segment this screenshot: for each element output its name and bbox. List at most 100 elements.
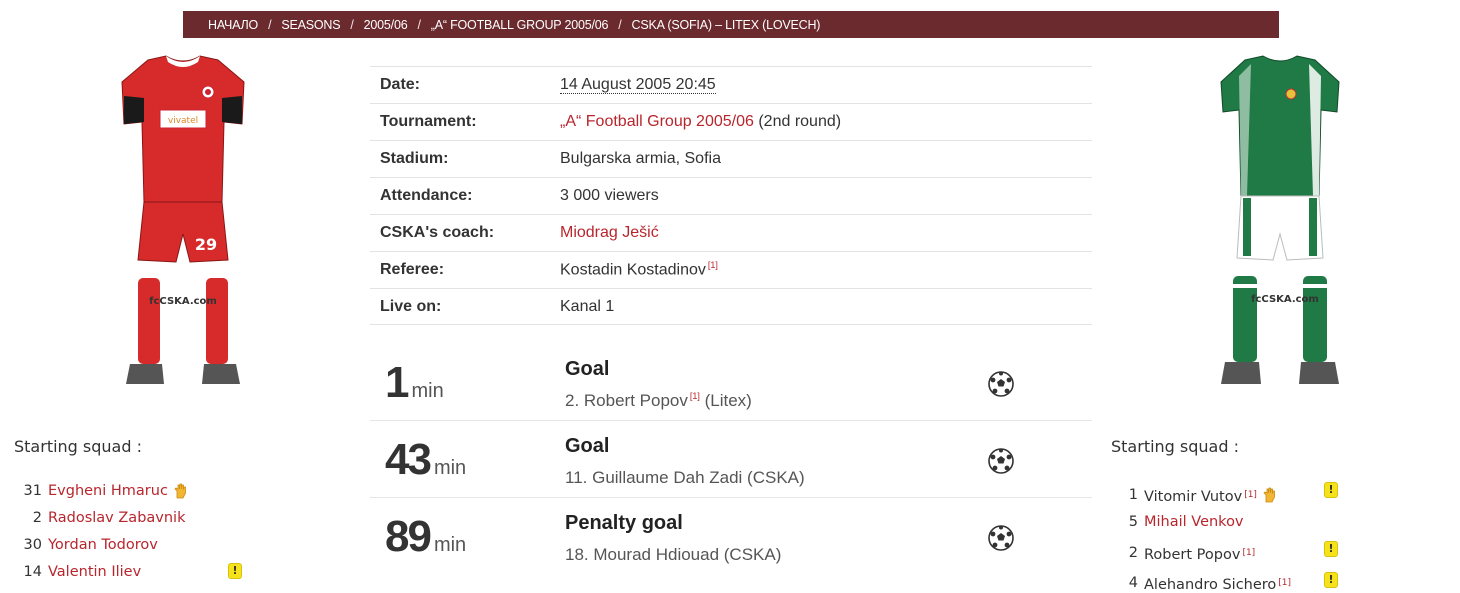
event-minute-unit: min: [433, 457, 467, 479]
player-number: 30: [23, 537, 42, 553]
event-minute: 89 min: [385, 512, 466, 562]
player-footnote-link[interactable]: [1]: [1278, 578, 1291, 588]
goalkeeper-glove-icon: [174, 483, 186, 499]
away-player-row: 5 Mihail Venkov: [1126, 514, 1244, 530]
live-value: Kanal 1: [560, 297, 615, 315]
away-player-row: 4 Alehandro Sichero [1]: [1126, 573, 1291, 593]
home-kit-number: 29: [195, 235, 217, 254]
player-footnote-link[interactable]: [1]: [1244, 490, 1257, 500]
date-label: Date:: [380, 76, 421, 93]
tournament-label: Tournament:: [380, 113, 477, 130]
event-minute-number: 1: [385, 358, 410, 407]
event-type: Goal: [565, 435, 610, 457]
home-player-row: 31 Evgheni Hmaruc: [22, 483, 189, 499]
player-name-link[interactable]: Radoslav Zabavnik: [48, 510, 185, 526]
breadcrumb-seasons[interactable]: SEASONS: [281, 18, 340, 32]
goalkeeper-glove-icon: [1263, 487, 1275, 503]
info-row-referee: Referee: Kostadin Kostadinov [1]: [370, 251, 1092, 288]
info-row-coach: CSKA's coach: Miodrag Ješić: [370, 214, 1092, 251]
info-row-live: Live on: Kanal 1: [370, 288, 1092, 325]
event-team: (Litex): [699, 391, 752, 410]
yellow-card-icon: !: [228, 563, 242, 579]
home-squad-title: Starting squad :: [14, 437, 142, 456]
player-number: 31: [23, 483, 42, 499]
football-icon: [988, 448, 1014, 474]
player-number: 14: [23, 564, 42, 580]
event-minute-unit: min: [411, 380, 444, 402]
player-number: 2: [1128, 545, 1138, 561]
yellow-card-icon: !: [1324, 541, 1338, 557]
football-icon: [988, 525, 1014, 551]
referee-label: Referee:: [380, 261, 445, 278]
event-description: 11. Guillaume Dah Zadi (CSKA): [565, 468, 805, 487]
away-kit-brand: fcCSKA.com: [1251, 294, 1319, 305]
attendance-value: 3 000 viewers: [560, 187, 659, 204]
breadcrumb: НАЧАЛО / SEASONS / 2005/06 / „A“ FOOTBAL…: [183, 11, 1279, 38]
home-player-row: 30 Yordan Todorov: [22, 537, 158, 553]
event-footnote-link[interactable]: [1]: [690, 391, 700, 401]
match-events: 1 min Goal 2. Robert Popov [1] (Litex) 43…: [370, 344, 1092, 575]
breadcrumb-separator: /: [618, 17, 622, 32]
breadcrumb-tournament[interactable]: „A“ FOOTBALL GROUP 2005/06: [431, 18, 609, 32]
event-type: Penalty goal: [565, 512, 683, 534]
player-name-link[interactable]: Valentin Iliev: [48, 564, 141, 580]
stadium-label: Stadium:: [380, 150, 449, 167]
breadcrumb-current-match: CSKA (SOFIA) – LITEX (LOVECH): [631, 17, 821, 32]
yellow-card-icon: !: [1324, 572, 1338, 588]
breadcrumb-separator: /: [268, 17, 272, 32]
event-item: 1 min Goal 2. Robert Popov [1] (Litex): [370, 344, 1092, 421]
coach-label: CSKA's coach:: [380, 224, 495, 241]
event-minute-number: 89: [385, 512, 432, 561]
event-minute-number: 43: [385, 435, 432, 484]
player-name: Vitomir Vutov: [1144, 489, 1243, 505]
info-row-date: Date: 14 August 2005 20:45: [370, 66, 1092, 103]
event-item: 43 min Goal 11. Guillaume Dah Zadi (CSKA…: [370, 421, 1092, 498]
info-row-tournament: Tournament: „A“ Football Group 2005/06 (…: [370, 103, 1092, 140]
event-player: 2. Robert Popov: [565, 391, 688, 410]
player-name-link[interactable]: Yordan Todorov: [48, 537, 158, 553]
player-name-link[interactable]: Mihail Venkov: [1144, 514, 1244, 530]
breadcrumb-separator: /: [350, 17, 354, 32]
event-minute-unit: min: [433, 534, 467, 556]
player-footnote-link[interactable]: [1]: [1242, 548, 1255, 558]
football-icon: [988, 371, 1014, 397]
tournament-link[interactable]: „A“ Football Group 2005/06: [560, 113, 754, 130]
away-squad-title: Starting squad :: [1111, 437, 1239, 456]
match-info-table: Date: 14 August 2005 20:45 Tournament: „…: [370, 66, 1092, 325]
attendance-label: Attendance:: [380, 187, 473, 204]
player-name: Alehandro Sichero: [1144, 577, 1277, 593]
event-item: 89 min Penalty goal 18. Mourad Hdiouad (…: [370, 498, 1092, 575]
event-minute: 43 min: [385, 435, 466, 485]
event-type: Goal: [565, 358, 610, 380]
player-name: Robert Popov: [1144, 547, 1241, 563]
home-player-row: 2 Radoslav Zabavnik: [22, 510, 186, 526]
home-kit-image: vivatel 29 fcCSKA.com: [108, 52, 258, 397]
coach-link[interactable]: Miodrag Ješić: [560, 224, 659, 241]
away-kit-image: fcCSKA.com: [1205, 52, 1355, 397]
player-number: 4: [1128, 575, 1138, 591]
player-number: 2: [32, 510, 42, 526]
referee-value: Kostadin Kostadinov: [560, 261, 706, 279]
away-player-row: 2 Robert Popov [1]: [1126, 543, 1255, 563]
home-kit-brand: fcCSKA.com: [149, 296, 217, 307]
referee-footnote-link[interactable]: [1]: [708, 260, 718, 270]
tournament-round: (2nd round): [758, 113, 842, 130]
stadium-value: Bulgarska armia, Sofia: [560, 150, 721, 167]
home-player-row: 14 Valentin Iliev: [22, 564, 142, 580]
live-label: Live on:: [380, 297, 442, 315]
info-row-stadium: Stadium: Bulgarska armia, Sofia: [370, 140, 1092, 177]
home-kit-sponsor: vivatel: [168, 116, 198, 126]
event-minute: 1 min: [385, 358, 444, 408]
yellow-card-icon: !: [1324, 482, 1338, 498]
player-name-link[interactable]: Evgheni Hmaruc: [48, 483, 168, 499]
date-value: 14 August 2005 20:45: [560, 76, 716, 94]
breadcrumb-home[interactable]: НАЧАЛО: [208, 18, 258, 32]
breadcrumb-season[interactable]: 2005/06: [364, 18, 408, 32]
away-player-row: 1 Vitomir Vutov [1]: [1126, 485, 1278, 505]
player-number: 1: [1128, 487, 1138, 503]
info-row-attendance: Attendance: 3 000 viewers: [370, 177, 1092, 214]
event-description: 2. Robert Popov [1] (Litex): [565, 391, 752, 411]
event-description: 18. Mourad Hdiouad (CSKA): [565, 545, 782, 564]
breadcrumb-separator: /: [417, 17, 421, 32]
player-number: 5: [1128, 514, 1138, 530]
